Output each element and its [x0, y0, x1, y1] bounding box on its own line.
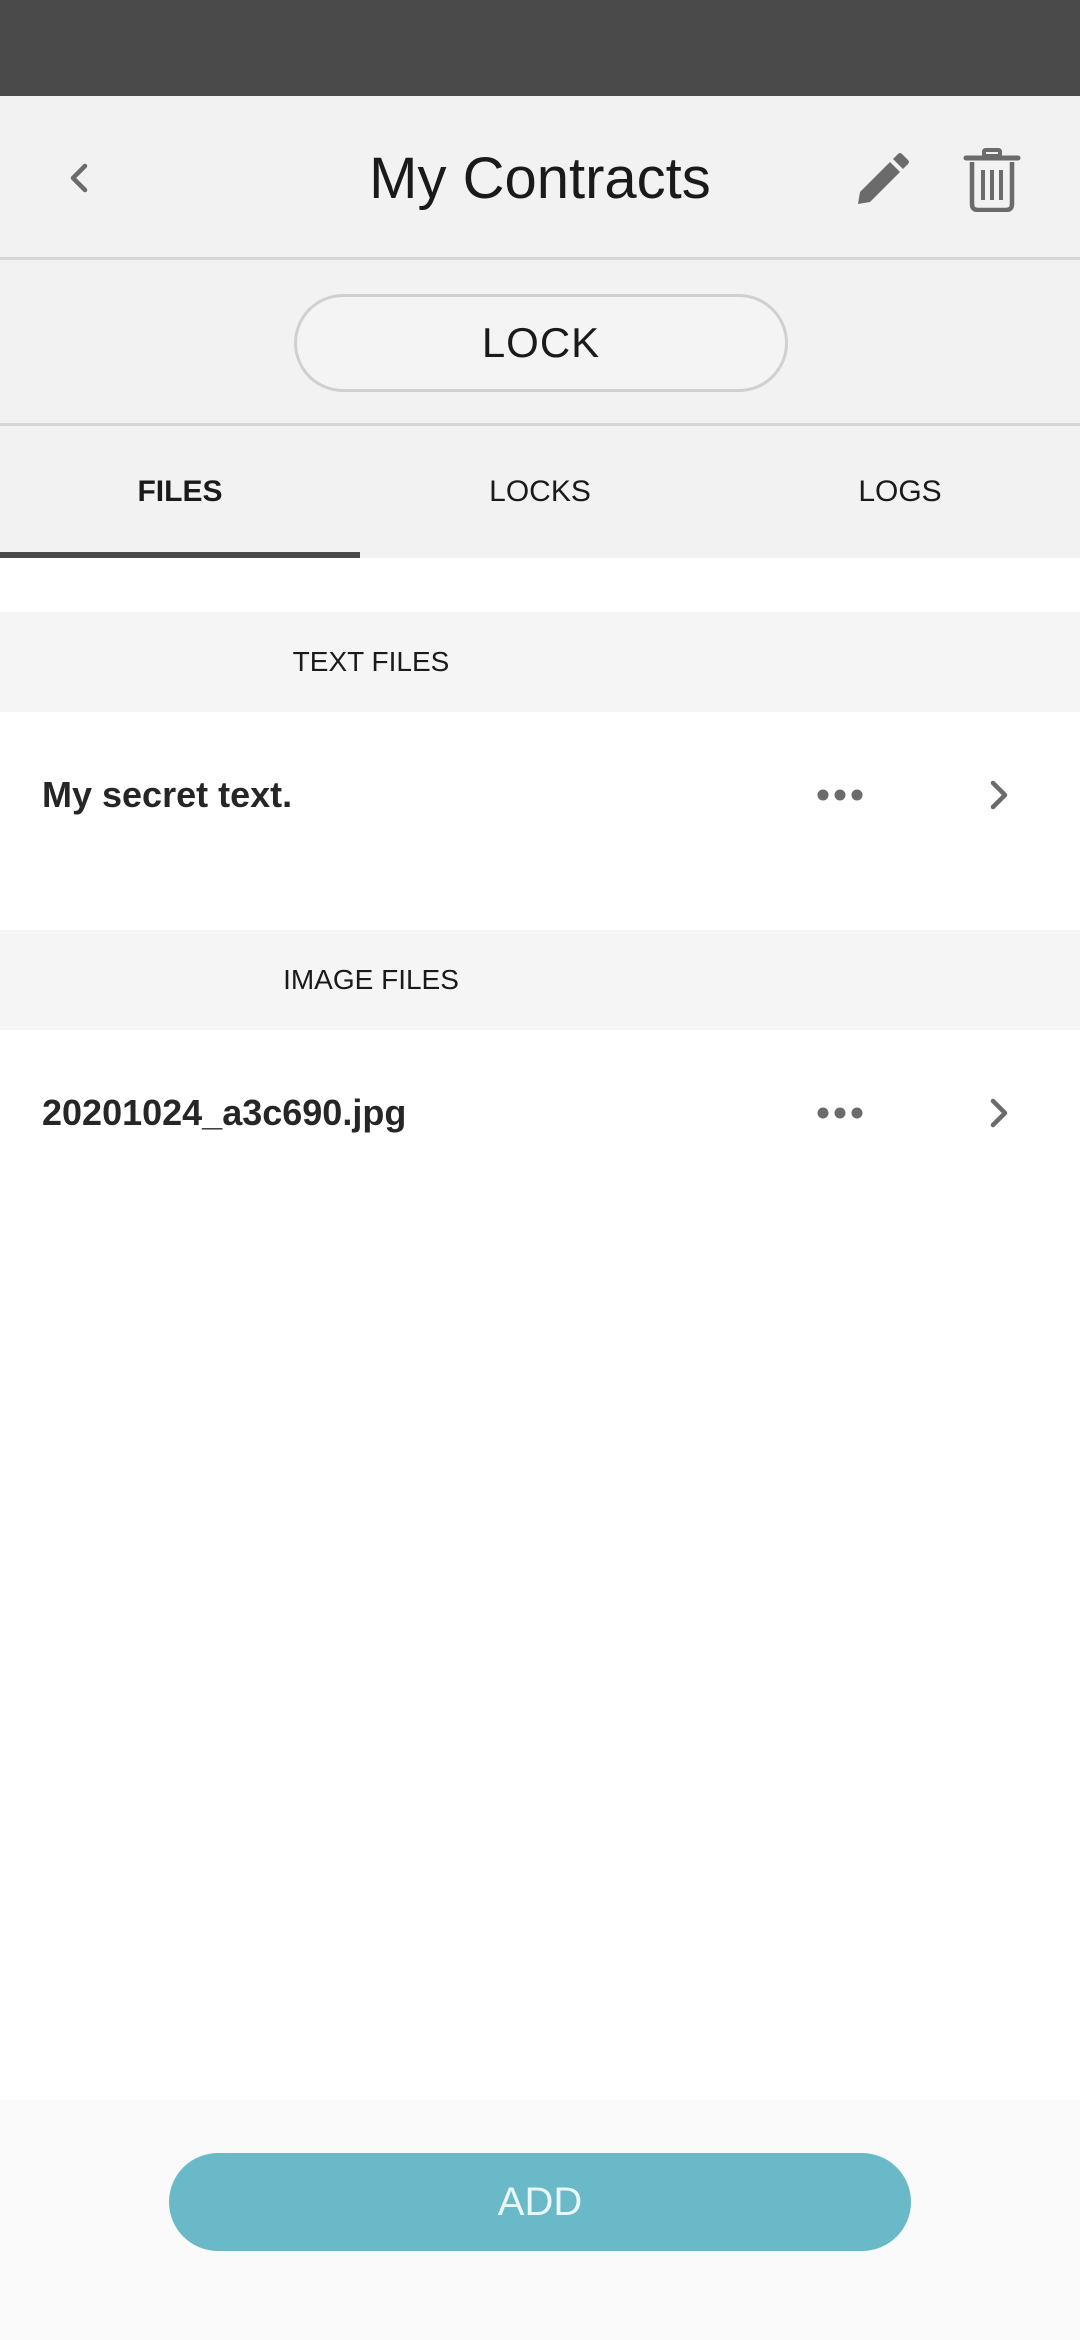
list-item[interactable]: 20201024_a3c690.jpg — [0, 1030, 1080, 1196]
pencil-icon — [858, 153, 909, 204]
chevron-left-icon — [70, 163, 88, 193]
lock-button[interactable]: LOCK — [294, 294, 788, 392]
tab-locks[interactable]: LOCKS — [360, 426, 720, 558]
list-item[interactable]: My secret text. — [0, 712, 1080, 878]
more-horizontal-icon — [817, 1107, 863, 1119]
section-title: TEXT FILES — [292, 646, 450, 677]
file-name: 20201024_a3c690.jpg — [42, 1092, 407, 1133]
app-bar: My Contracts — [0, 96, 1080, 260]
tab-logs[interactable]: LOGS — [720, 426, 1080, 558]
open-file-button[interactable] — [958, 755, 1038, 835]
file-name: My secret text. — [42, 774, 293, 815]
lock-area: LOCK — [0, 260, 1080, 426]
delete-button[interactable] — [950, 138, 1034, 222]
back-button[interactable] — [40, 138, 120, 218]
section-title: IMAGE FILES — [283, 964, 459, 995]
status-bar — [0, 0, 1080, 96]
page-title: My Contracts — [369, 145, 711, 211]
chevron-right-icon — [990, 780, 1008, 810]
tab-files[interactable]: FILES — [0, 426, 360, 558]
chevron-right-icon — [990, 1098, 1008, 1128]
bottom-action-area: ADD — [0, 2100, 1080, 2340]
edit-button[interactable] — [840, 138, 924, 222]
more-options-button[interactable] — [800, 755, 880, 835]
section-header-text-files: TEXT FILES — [0, 612, 1080, 712]
more-horizontal-icon — [817, 789, 863, 801]
add-button[interactable]: ADD — [169, 2153, 911, 2251]
section-header-image-files: IMAGE FILES — [0, 930, 1080, 1030]
trash-icon — [963, 148, 1021, 212]
open-file-button[interactable] — [958, 1073, 1038, 1153]
more-options-button[interactable] — [800, 1073, 880, 1153]
tab-bar: FILES LOCKS LOGS — [0, 426, 1080, 558]
